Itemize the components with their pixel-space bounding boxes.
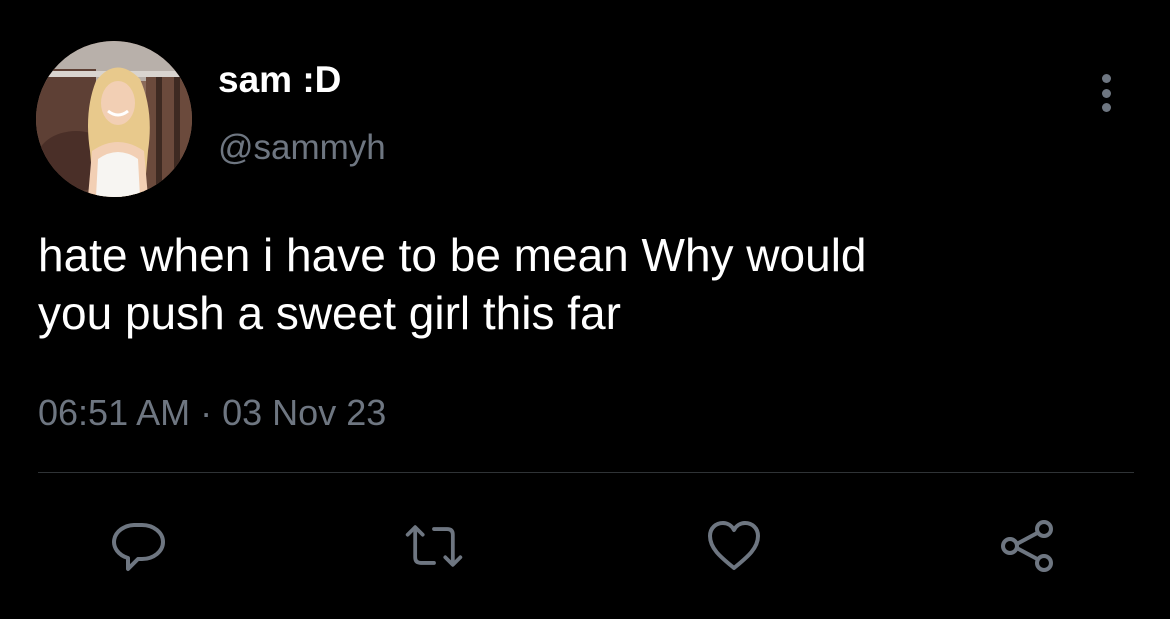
tweet-time: 06:51 AM: [38, 392, 191, 433]
heart-icon: [708, 521, 760, 570]
retweet-icon: [405, 525, 463, 567]
reply-bubble-icon: [112, 523, 165, 571]
tweet-text-line: hate when i have to be mean Why would: [38, 229, 867, 281]
display-name[interactable]: sam :D: [218, 58, 341, 102]
tweet-text-line: you push a sweet girl this far: [38, 287, 621, 339]
timestamp[interactable]: 06:51 AM · 03 Nov 23: [38, 391, 386, 435]
timestamp-separator: ·: [200, 392, 213, 433]
more-vertical-icon-dot: [1101, 74, 1111, 83]
tweet-text: hate when i have to be mean Why would yo…: [38, 226, 1128, 342]
avatar[interactable]: [36, 41, 192, 197]
like-button[interactable]: [702, 514, 766, 578]
tweet-date: 03 Nov 23: [222, 392, 387, 433]
avatar-photo: [36, 41, 192, 197]
user-handle[interactable]: @sammyh: [218, 126, 386, 170]
share-button[interactable]: [996, 514, 1060, 578]
more-options-button[interactable]: [1088, 68, 1124, 118]
more-vertical-icon-dot: [1101, 88, 1111, 98]
share-nodes-icon: [1001, 520, 1053, 572]
retweet-button[interactable]: [402, 514, 466, 578]
reply-button[interactable]: [106, 514, 170, 578]
more-vertical-icon-dot: [1101, 103, 1111, 112]
divider: [38, 472, 1134, 473]
